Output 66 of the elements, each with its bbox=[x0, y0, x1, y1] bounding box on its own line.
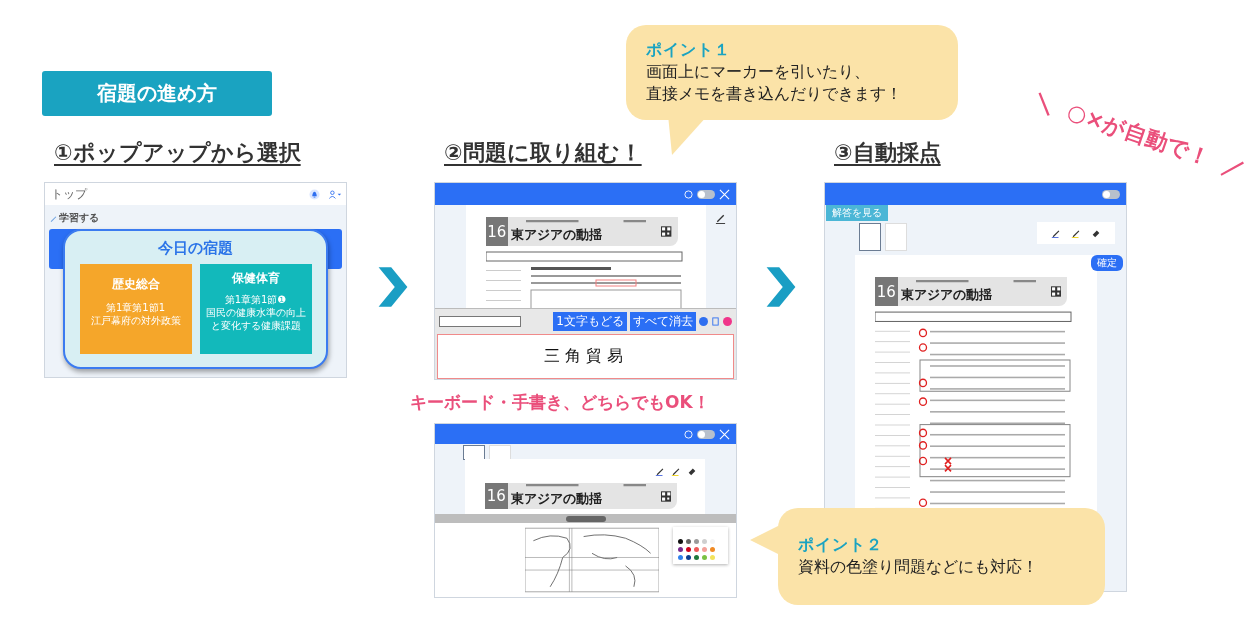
color-swatch[interactable] bbox=[694, 539, 699, 544]
qr-code-icon bbox=[661, 226, 672, 237]
input-field[interactable] bbox=[439, 315, 521, 327]
pen-icon[interactable] bbox=[714, 213, 726, 224]
marker-icon[interactable] bbox=[671, 466, 681, 476]
popup-title: 今日の宿題 bbox=[158, 239, 233, 258]
circle-icon[interactable] bbox=[684, 189, 693, 199]
page-thumbnail[interactable] bbox=[859, 223, 881, 251]
worksheet-title: 東アジアの動揺 bbox=[511, 225, 604, 244]
show-answer-button[interactable]: 解答を見る bbox=[826, 205, 888, 221]
pencil-icon bbox=[50, 214, 57, 222]
page-title: トップ bbox=[51, 185, 87, 203]
close-icon[interactable] bbox=[719, 428, 730, 440]
point-text: 資料の色塗り問題などにも対応！ bbox=[798, 555, 1039, 578]
point-text: 画面上にマーカーを引いたり、 直接メモを書き込んだりできます！ bbox=[646, 60, 903, 105]
color-swatch[interactable] bbox=[686, 555, 691, 560]
eraser-icon[interactable] bbox=[687, 466, 697, 476]
color-swatch[interactable] bbox=[678, 539, 683, 544]
color-swatch[interactable] bbox=[678, 547, 683, 552]
step-title: ③自動採点 bbox=[834, 139, 941, 167]
unit-number: 16 bbox=[485, 483, 508, 509]
eraser-icon[interactable] bbox=[1091, 228, 1101, 238]
confirm-button[interactable]: 確定 bbox=[1091, 255, 1123, 271]
drag-handle[interactable] bbox=[565, 515, 606, 522]
point-label: ポイント１ bbox=[646, 39, 732, 61]
section-label: 学習する bbox=[59, 211, 99, 225]
keyboard-toggle[interactable] bbox=[697, 429, 715, 439]
subject-card[interactable]: 保健体育 第1章第1節❶ 国民の健康水準の向上 と変化する健康課題 bbox=[199, 264, 312, 354]
keyboard-toggle[interactable] bbox=[1102, 189, 1120, 199]
circle-icon[interactable] bbox=[684, 429, 693, 439]
color-swatch[interactable] bbox=[702, 547, 707, 552]
color-swatch[interactable] bbox=[678, 555, 683, 560]
color-swatch[interactable] bbox=[710, 547, 715, 552]
user-icon[interactable] bbox=[328, 189, 342, 199]
section-badge: 宿題の進め方 bbox=[42, 71, 272, 116]
panel-button[interactable]: すべて消去 bbox=[630, 311, 696, 331]
qr-code-icon bbox=[1050, 286, 1061, 297]
status-circle-icon[interactable] bbox=[723, 316, 732, 326]
bell-icon[interactable] bbox=[309, 188, 320, 200]
color-swatch[interactable] bbox=[686, 539, 691, 544]
document-icon[interactable] bbox=[711, 316, 720, 326]
auto-grading-note: ○×が自動で！ bbox=[1063, 97, 1215, 173]
unit-number: 16 bbox=[875, 277, 898, 306]
handwriting-area[interactable]: 三角貿易 bbox=[437, 334, 734, 379]
color-swatch[interactable] bbox=[686, 547, 691, 552]
point-label: ポイント２ bbox=[798, 534, 884, 556]
close-icon[interactable] bbox=[719, 188, 730, 200]
color-swatch[interactable] bbox=[702, 555, 707, 560]
unit-number: 16 bbox=[485, 217, 509, 246]
marker-icon[interactable] bbox=[1071, 228, 1081, 238]
accent-mark: ＼ bbox=[1029, 85, 1060, 120]
tagline: キーボード・手書き、どちらでもOK！ bbox=[410, 391, 710, 414]
color-swatch[interactable] bbox=[702, 539, 707, 544]
color-swatch[interactable] bbox=[694, 547, 699, 552]
worksheet-title: 東アジアの動揺 bbox=[510, 490, 603, 508]
qr-code-icon bbox=[660, 490, 671, 502]
step-title: ①ポップアップから選択 bbox=[54, 139, 301, 167]
worksheet-title: 東アジアの動揺 bbox=[900, 285, 993, 304]
step-title: ②問題に取り組む！ bbox=[444, 139, 642, 167]
color-swatch[interactable] bbox=[710, 555, 715, 560]
panel-button[interactable]: 1文字もどる bbox=[553, 311, 627, 331]
color-swatch[interactable] bbox=[694, 555, 699, 560]
pen-icon[interactable] bbox=[655, 466, 665, 476]
keyboard-toggle[interactable] bbox=[697, 189, 715, 199]
accent-mark: ／ bbox=[1217, 150, 1248, 185]
pen-icon[interactable] bbox=[1051, 228, 1061, 238]
